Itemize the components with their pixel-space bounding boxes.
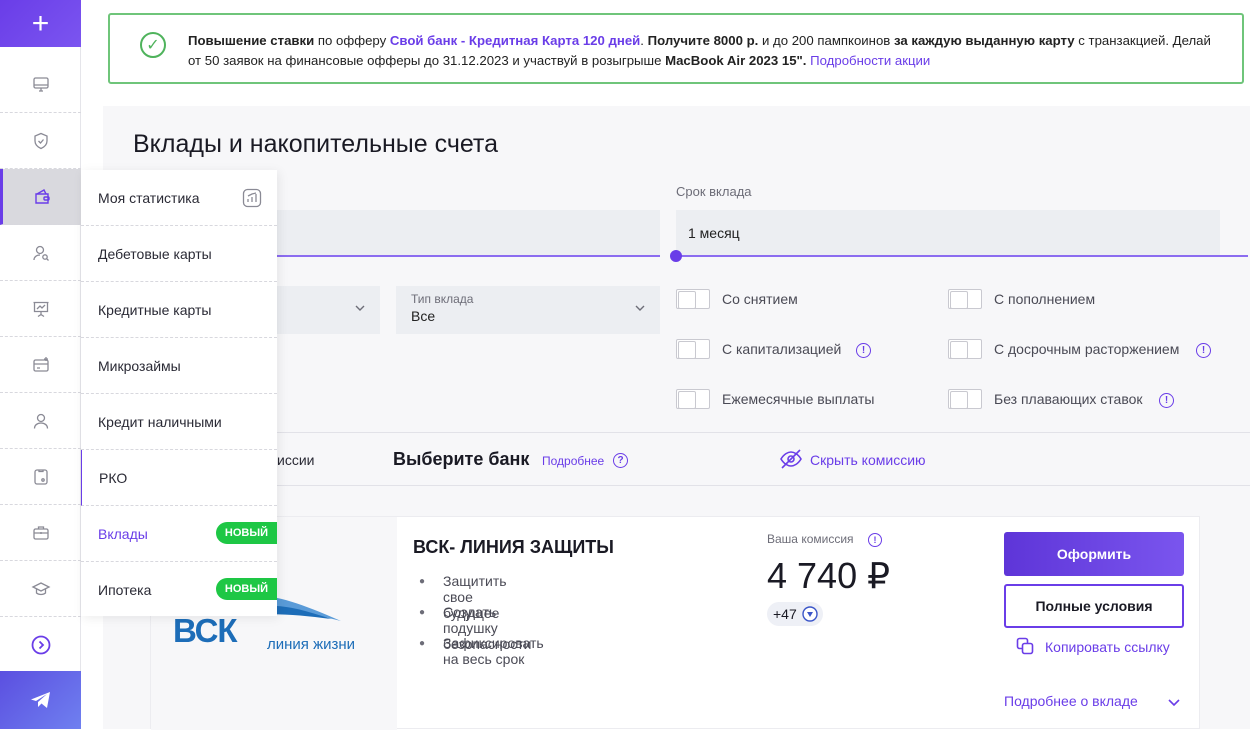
promo-bonus: Получите 8000 р.: [647, 33, 759, 48]
menu-item-label: Кредит наличными: [98, 413, 222, 430]
deposit-type-label: Тип вклада: [411, 292, 474, 306]
currency-select[interactable]: [277, 286, 380, 334]
telegram-button[interactable]: [0, 671, 81, 729]
full-terms-button[interactable]: Полные условия: [1004, 584, 1184, 628]
menu-item-statistics[interactable]: Моя статистика: [81, 170, 277, 226]
toggle-early-termination[interactable]: [948, 339, 982, 359]
toggle-capitalization-label: С капитализацией: [722, 341, 842, 357]
info-icon[interactable]: !: [1159, 393, 1174, 408]
chevron-down-icon[interactable]: [1167, 695, 1181, 709]
menu-item-debit-cards[interactable]: Дебетовые карты: [81, 226, 277, 282]
chevron-down-icon: [635, 305, 645, 311]
new-badge: НОВЫЙ: [215, 522, 277, 544]
term-value: 1 месяц: [688, 225, 740, 241]
menu-item-rko[interactable]: РКО: [81, 450, 277, 506]
hide-commission-link[interactable]: Скрыть комиссию: [810, 452, 926, 468]
commission-value: 4 740 ₽: [767, 555, 890, 596]
toggle-capitalization[interactable]: [676, 339, 710, 359]
term-label: Срок вклада: [676, 184, 752, 199]
bank-logo-subtitle: линия жизни: [267, 636, 356, 653]
copy-icon[interactable]: [1016, 637, 1034, 655]
toggle-monthly-payments[interactable]: [676, 389, 710, 409]
new-badge: НОВЫЙ: [215, 578, 277, 600]
chart-icon: [242, 188, 262, 208]
deposit-type-select[interactable]: Тип вклада Все: [396, 286, 660, 334]
page-title: Вклады и накопительные счета: [133, 130, 499, 158]
amount-input[interactable]: [277, 210, 660, 256]
arrow-circle-right-icon[interactable]: [0, 617, 81, 673]
menu-item-label: Микрозаймы: [98, 357, 181, 374]
deposit-title: ВСК- ЛИНИЯ ЗАЩИТЫ: [413, 537, 614, 557]
menu-item-label: РКО: [99, 469, 128, 486]
eye-off-icon[interactable]: [779, 448, 803, 470]
chevron-down-icon: [355, 305, 365, 311]
promo-headline: Повышение ставки: [188, 33, 315, 48]
commission-label: Ваша комиссия: [767, 532, 854, 546]
promo-text-part: и до 200 пампкоинов: [758, 33, 894, 48]
menu-item-mortgage[interactable]: Ипотека НОВЫЙ: [81, 562, 277, 618]
offer-link[interactable]: Свой банк - Кредитная Карта 120 дней: [390, 33, 640, 48]
menu-item-microloans[interactable]: Микрозаймы: [81, 338, 277, 394]
more-info-link[interactable]: Подробнее: [542, 454, 604, 468]
add-button[interactable]: +: [0, 0, 81, 47]
user-search-icon[interactable]: [0, 225, 81, 281]
menu-item-credit-cards[interactable]: Кредитные карты: [81, 282, 277, 338]
menu-item-label: Вклады: [98, 525, 148, 542]
promo-text: Повышение ставки по офферу Свой банк - К…: [188, 31, 1218, 71]
copy-link[interactable]: Копировать ссылку: [1045, 639, 1170, 655]
wallet-icon[interactable]: [0, 169, 81, 225]
sidebar: +: [0, 0, 81, 729]
phone-card-icon[interactable]: [0, 449, 81, 505]
info-icon[interactable]: !: [856, 343, 871, 358]
telegram-icon: [30, 692, 50, 708]
deposit-card: ВСК линия жизни ВСК- ЛИНИЯ ЗАЩИТЫ ● Защи…: [150, 516, 1200, 730]
presentation-icon[interactable]: [0, 281, 81, 337]
graduation-cap-icon[interactable]: [0, 561, 81, 617]
toggle-no-floating-rates[interactable]: [948, 389, 982, 409]
amount-slider[interactable]: [277, 255, 660, 257]
toggle-withdrawal-label: Со снятием: [722, 291, 798, 307]
toggle-replenishment-label: С пополнением: [994, 291, 1096, 307]
user-icon[interactable]: [0, 393, 81, 449]
deposit-type-value: Все: [411, 308, 436, 324]
question-icon[interactable]: ?: [613, 453, 628, 468]
coins-badge: +47: [767, 602, 823, 626]
info-icon[interactable]: !: [868, 533, 882, 547]
promo-condition: за каждую выданную карту: [893, 33, 1075, 48]
apply-button[interactable]: Оформить: [1004, 532, 1184, 576]
benefit-text: Зафиксировать на весь срок: [443, 635, 544, 667]
deposit-details-link[interactable]: Подробнее о вкладе: [1004, 693, 1138, 709]
coins-value: +47: [773, 606, 797, 622]
promo-prize: MacBook Air 2023 15".: [665, 53, 807, 68]
shield-check-icon[interactable]: [0, 113, 81, 169]
briefcase-icon[interactable]: [0, 505, 81, 561]
toggle-early-termination-label: С досрочным расторжением: [994, 341, 1180, 357]
term-slider-handle[interactable]: [670, 250, 682, 262]
term-input[interactable]: 1 месяц: [676, 210, 1220, 256]
products-flyout-menu: Моя статистика Дебетовые карты Кредитные…: [81, 170, 277, 616]
toggle-withdrawal[interactable]: [676, 289, 710, 309]
toggle-monthly-payments-label: Ежемесячные выплаты: [722, 391, 875, 407]
term-slider-track[interactable]: [676, 255, 1248, 257]
monitor-icon[interactable]: [0, 57, 81, 113]
promo-details-link[interactable]: Подробности акции: [810, 53, 930, 68]
info-icon[interactable]: !: [1196, 343, 1211, 358]
promo-text-part: по офферу: [314, 33, 390, 48]
check-circle-icon: ✓: [140, 32, 166, 58]
card-add-icon[interactable]: [0, 337, 81, 393]
toggle-replenishment[interactable]: [948, 289, 982, 309]
coin-icon: [802, 606, 818, 622]
menu-item-cash-loan[interactable]: Кредит наличными: [81, 394, 277, 450]
menu-item-label: Моя статистика: [98, 189, 200, 206]
promo-banner: ✓ Повышение ставки по офферу Свой банк -…: [108, 13, 1244, 84]
menu-item-label: Дебетовые карты: [98, 245, 212, 262]
menu-item-label: Кредитные карты: [98, 301, 212, 318]
toggle-no-floating-rates-label: Без плавающих ставок: [994, 391, 1143, 407]
promo-text-part: .: [640, 33, 648, 48]
menu-item-label: Ипотека: [98, 582, 152, 598]
menu-item-deposits[interactable]: Вклады НОВЫЙ: [81, 506, 277, 562]
choose-bank-heading[interactable]: Выберите банк: [393, 449, 529, 470]
commission-filter-label[interactable]: иссии: [277, 452, 314, 468]
